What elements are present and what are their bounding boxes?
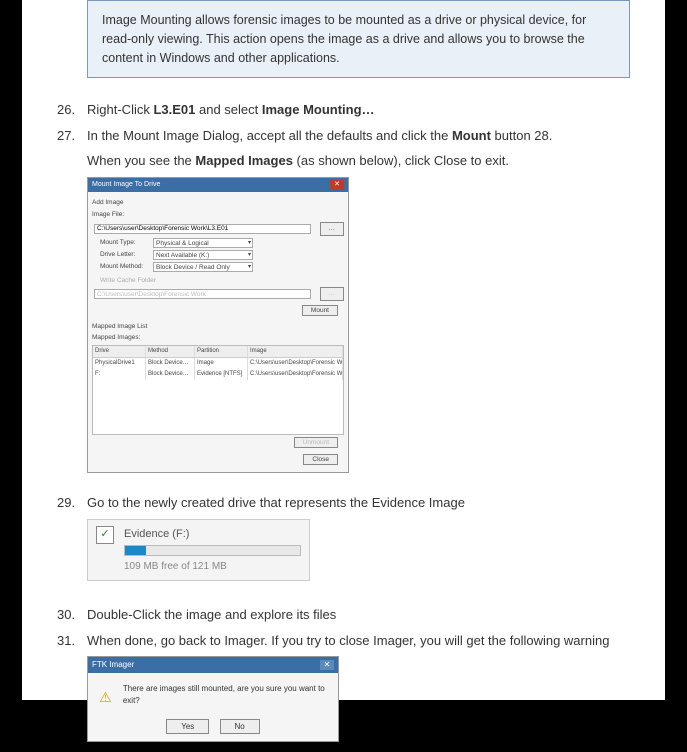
dialog-title: Mount Image To Drive xyxy=(92,180,160,191)
step-number: 26. xyxy=(57,100,87,120)
drive-usage-bar xyxy=(124,545,301,556)
dialog-title: FTK Imager xyxy=(92,659,134,671)
step-number: 29. xyxy=(57,493,87,599)
mapped-list-label: Mapped Image List xyxy=(92,322,344,332)
no-button[interactable]: No xyxy=(220,719,260,734)
drive-free-text: 109 MB free of 121 MB xyxy=(124,559,301,574)
add-image-label: Add Image xyxy=(92,198,344,208)
dialog-titlebar: Mount Image To Drive ✕ xyxy=(88,178,348,193)
close-button[interactable]: Close xyxy=(303,454,338,465)
step-number: 31. xyxy=(57,631,87,752)
write-cache-input xyxy=(94,289,311,299)
step-number: 30. xyxy=(57,605,87,625)
col-drive: Drive xyxy=(93,346,146,357)
dialog-titlebar: FTK Imager ✕ xyxy=(88,657,338,673)
close-icon[interactable]: ✕ xyxy=(330,180,344,190)
write-cache-label: Write Cache Folder xyxy=(100,276,344,286)
step-27-text: In the Mount Image Dialog, accept all th… xyxy=(87,126,630,487)
image-file-input[interactable] xyxy=(94,224,311,234)
mount-image-dialog: Mount Image To Drive ✕ Add Image Image F… xyxy=(87,177,349,473)
browse-button[interactable]: … xyxy=(320,222,345,236)
drive-label: Evidence (F:) xyxy=(124,526,301,543)
close-icon[interactable]: ✕ xyxy=(320,660,334,670)
col-partition: Partition xyxy=(195,346,248,357)
mapped-images-label: Mapped Images: xyxy=(92,333,344,343)
browse-button-2: … xyxy=(320,287,345,301)
step-number: 27. xyxy=(57,126,87,487)
info-box: Image Mounting allows forensic images to… xyxy=(87,0,630,78)
mount-type-label: Mount Type: xyxy=(100,238,150,248)
mount-type-select[interactable]: Physical & Logical xyxy=(153,238,253,248)
drive-letter-select[interactable]: Next Available (K:) xyxy=(153,250,253,260)
col-image: Image xyxy=(248,346,343,357)
mapped-images-table: Drive Method Partition Image PhysicalDri… xyxy=(92,345,344,435)
drive-letter-label: Drive Letter: xyxy=(100,250,150,260)
table-row[interactable]: F: Block Device… Evidence [NTFS] C:\User… xyxy=(93,369,343,380)
ftk-warning-dialog: FTK Imager ✕ ⚠ There are images still mo… xyxy=(87,656,339,742)
step-30-text: Double-Click the image and explore its f… xyxy=(87,605,630,625)
step-31-text: When done, go back to Imager. If you try… xyxy=(87,631,630,752)
table-row[interactable]: PhysicalDrive1 Block Device… Image C:\Us… xyxy=(93,358,343,369)
warning-message: There are images still mounted, are you … xyxy=(123,683,328,707)
evidence-drive[interactable]: ✓ Evidence (F:) 109 MB free of 121 MB xyxy=(87,519,310,582)
image-file-label: Image File: xyxy=(92,210,344,220)
step-29-text: Go to the newly created drive that repre… xyxy=(87,493,630,599)
mount-button[interactable]: Mount xyxy=(302,305,338,316)
col-method: Method xyxy=(146,346,195,357)
mount-method-select[interactable]: Block Device / Read Only xyxy=(153,262,253,272)
warning-icon: ⚠ xyxy=(98,687,113,703)
check-icon: ✓ xyxy=(96,526,114,544)
yes-button[interactable]: Yes xyxy=(166,719,209,734)
unmount-button[interactable]: Unmount xyxy=(294,437,338,448)
mount-method-label: Mount Method: xyxy=(100,262,150,272)
step-26-text: Right-Click L3.E01 and select Image Moun… xyxy=(87,100,630,120)
